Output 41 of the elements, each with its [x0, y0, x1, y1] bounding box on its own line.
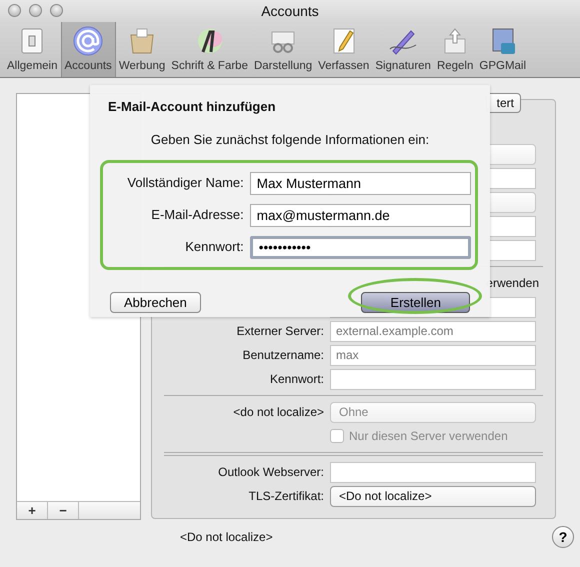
toolbar-tab[interactable]: Werbung: [116, 22, 168, 77]
checkbox-label: Nur diesen Server verwenden: [349, 428, 508, 445]
dialog-title: E-Mail-Account hinzufügen: [107, 98, 277, 116]
checkbox[interactable]: [330, 429, 344, 443]
window-button[interactable]: [8, 4, 21, 17]
toolbar-tab[interactable]: Regeln: [434, 22, 476, 77]
field-label: <do not localize>: [232, 404, 325, 421]
input-field[interactable]: Max Mustermann: [250, 172, 471, 194]
field-label: Kennwort:: [268, 371, 325, 388]
field-label: Externer Server:: [236, 323, 325, 340]
text-field[interactable]: [330, 368, 536, 390]
toolbar-tab[interactable]: Schrift & Farbe: [168, 22, 251, 77]
toolbar-tab[interactable]: Verfassen: [315, 22, 372, 77]
input-field[interactable]: •••••••••••: [250, 236, 471, 258]
field-label: E-Mail-Adresse:: [150, 206, 245, 224]
text-field[interactable]: external.example.com: [330, 320, 536, 342]
cancel-button[interactable]: Abbrechen: [110, 292, 201, 313]
text-field[interactable]: max: [330, 344, 536, 366]
status-text: <Do not localize>: [180, 529, 273, 546]
toolbar-tab[interactable]: Signaturen: [372, 22, 434, 77]
window-button[interactable]: [29, 4, 42, 17]
field-label: TLS-Zertifikat:: [248, 488, 325, 505]
toolbar-tab[interactable]: Accounts: [60, 22, 116, 77]
toolbar-tab[interactable]: GPGMail: [476, 22, 530, 77]
help-button[interactable]: ?: [552, 526, 574, 548]
popup-menu[interactable]: <Do not localize>: [330, 486, 536, 506]
add-button[interactable]: +: [17, 502, 48, 519]
window-title: Accounts: [261, 2, 319, 20]
toolbar-tab[interactable]: Darstellung: [250, 22, 316, 77]
field-label: Benutzername:: [242, 347, 325, 364]
field-label: Kennwort:: [184, 238, 245, 256]
field-label: Vollständiger Name:: [126, 174, 245, 192]
remove-button[interactable]: −: [48, 502, 79, 519]
input-field[interactable]: max@mustermann.de: [250, 204, 471, 226]
toolbar-tab[interactable]: Allgemein: [4, 22, 60, 77]
at-icon: [72, 24, 104, 57]
instruction-text: Geben Sie zunächst folgende Informationen ein:: [150, 130, 430, 149]
field-label: Outlook Webserver:: [217, 464, 325, 481]
text-field[interactable]: [330, 462, 536, 482]
create-button[interactable]: Erstellen: [361, 292, 470, 313]
window-button[interactable]: [50, 4, 63, 17]
